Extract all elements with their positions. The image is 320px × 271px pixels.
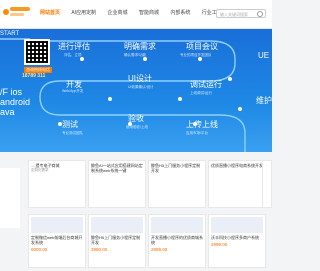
logo[interactable] — [3, 7, 33, 19]
step-requirement-sub: 确认需求/功能 — [124, 53, 146, 57]
step-eval: 进行评估 — [58, 42, 90, 51]
product-card[interactable]: 开发直播小程序的优质商城系统 2999.00 — [148, 214, 206, 268]
step-launch: 上传上线 — [186, 120, 218, 129]
product-price: 2999.00 — [211, 242, 228, 247]
product-card[interactable]: 鲸鱼H5上门服务小程序定制开发 3980.00 — [88, 214, 146, 268]
step-requirement: 明确需求 — [124, 42, 156, 51]
top-nav-bar: 网站首页 AI应用定制 企业商城 智能商城 内部系统 行业工具 输入关键词搜索 — [0, 0, 272, 29]
nav-home[interactable]: 网站首页 — [40, 9, 60, 16]
nav-internal-system[interactable]: 内部系统 — [170, 9, 190, 16]
nav-ai[interactable]: AI应用定制 — [71, 9, 96, 16]
step-launch-sub: 应用市场/平台 — [186, 131, 208, 135]
product-card[interactable]: 鲸鱼AI一站式应用搭建网站定制系统web系统一键 — [88, 160, 146, 208]
step-ui-design-sub: UI效果确认/设计 — [128, 85, 154, 89]
step-test-sub: 专业测试团队 — [62, 131, 83, 135]
left-category-panel — [0, 168, 20, 228]
product-card[interactable]: ...,提专电子商城 定制化需求 — [28, 160, 86, 208]
product-image — [31, 217, 83, 233]
product-price: 3980.00 — [91, 247, 108, 252]
start-label: START — [0, 31, 20, 37]
step-project-meeting: 项目会议 — [186, 42, 218, 51]
step-project-meeting-sub: 专业的项目开发团队 — [180, 53, 212, 57]
hero-banner: START 咨询热线电话 18789 311 /F ios android av… — [0, 29, 272, 152]
product-image — [91, 217, 143, 233]
step-ui-design: UI设计 — [128, 74, 152, 83]
step-debug-sub: 上线调试/运行 — [190, 91, 212, 95]
product-image — [211, 217, 263, 233]
step-dev-sub: Web/App开发 — [62, 89, 84, 93]
step-ue: UE — [258, 51, 270, 60]
step-accept-sub: 使用验收/上线 — [126, 125, 148, 129]
search-icon[interactable] — [257, 11, 263, 17]
step-eval-sub: 评估、立项 — [64, 53, 82, 57]
platform-list: /F ios android ava — [0, 87, 31, 117]
phone-number: 18789 311 — [22, 73, 46, 79]
product-card[interactable]: 沃丰科技小程序多商户系统 2999.00 — [208, 214, 266, 268]
product-card[interactable]: 优质直播小程序电商系统开发 — [208, 160, 266, 208]
search-input[interactable]: 输入关键词搜索 — [216, 9, 266, 18]
product-image — [151, 217, 203, 233]
nav-enterprise-mall[interactable]: 企业商城 — [108, 9, 128, 16]
product-card[interactable]: 定制微信web前端后台商城开发系统 6000.00 — [28, 214, 86, 268]
product-price: 2999.00 — [151, 247, 168, 252]
main-nav: 网站首页 AI应用定制 企业商城 智能商城 内部系统 行业工具 — [40, 9, 232, 16]
product-card[interactable] — [262, 160, 272, 208]
qr-code — [24, 39, 50, 65]
nav-smart-mall[interactable]: 智能商城 — [139, 9, 159, 16]
product-price: 6000.00 — [31, 247, 48, 252]
step-test: 测试 — [62, 120, 78, 129]
step-debug: 调试运行 — [190, 80, 222, 89]
step-maintain: 维护 — [256, 96, 272, 105]
product-card[interactable]: 鲸鱼H5上门服务小程序定制开发 — [148, 160, 206, 208]
step-accept: 验收 — [128, 114, 144, 123]
